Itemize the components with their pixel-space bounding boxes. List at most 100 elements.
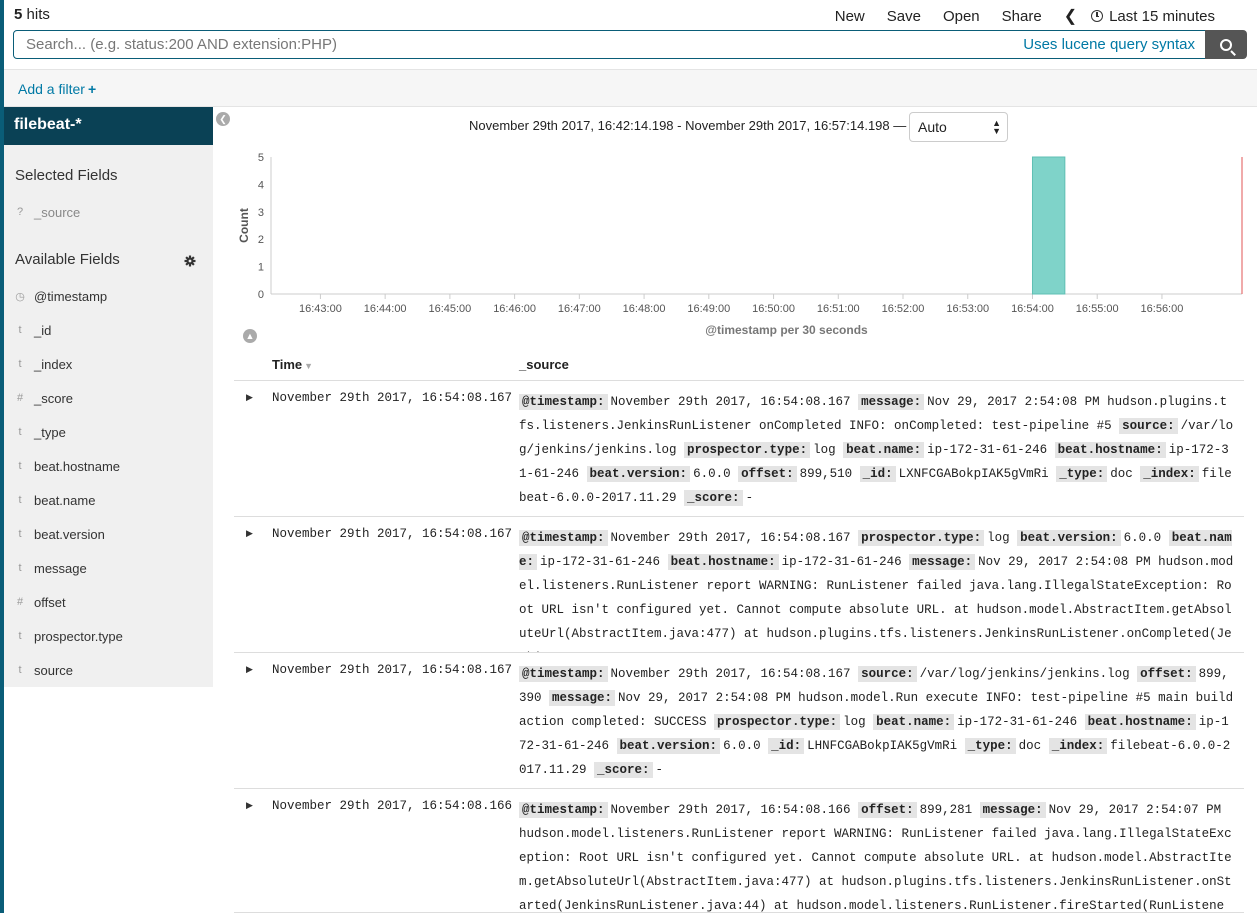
available-fields-title: Available Fields: [15, 251, 120, 268]
source-field-value: 899,281: [919, 803, 973, 817]
available-field[interactable]: t _id: [4, 322, 213, 342]
x-tick-label: 16:43:00: [299, 303, 342, 315]
table-row: ▶ November 29th 2017, 16:54:08.167 @timest…: [234, 517, 1244, 653]
x-tick-label: 16:45:00: [428, 303, 471, 315]
table-row: ▶ November 29th 2017, 16:54:08.167 @timest…: [234, 653, 1244, 789]
available-field[interactable]: t prospector.type: [4, 628, 213, 648]
field-type-icon: #: [16, 596, 24, 608]
field-type-icon: t: [18, 460, 22, 472]
save-button[interactable]: Save: [887, 8, 921, 25]
source-field-value: -: [655, 763, 664, 777]
new-button[interactable]: New: [835, 8, 865, 25]
source-field-value: ip-172-31-61-246: [927, 443, 1048, 457]
time-picker-button[interactable]: Last 15 minutes: [1091, 8, 1215, 25]
top-nav: New Save Open Share ❮ Last 15 minutes: [835, 6, 1257, 26]
sort-down-icon[interactable]: ▼: [304, 361, 313, 371]
share-button[interactable]: Share: [1002, 8, 1042, 25]
x-tick-label: 16:44:00: [364, 303, 407, 315]
source-field-key: @timestamp:: [519, 394, 608, 410]
x-tick-label: 16:46:00: [493, 303, 536, 315]
open-button[interactable]: Open: [943, 8, 980, 25]
row-timestamp: November 29th 2017, 16:54:08.167: [272, 663, 513, 677]
available-field[interactable]: t beat.name: [4, 492, 213, 512]
available-field[interactable]: t _type: [4, 424, 213, 444]
field-type-icon: t: [18, 630, 22, 642]
expand-row-icon[interactable]: ▶: [246, 392, 253, 403]
available-field[interactable]: # offset: [4, 594, 213, 614]
source-field-value: 6.0.0: [1123, 531, 1162, 545]
source-column-header: _source: [519, 357, 569, 372]
lucene-syntax-link[interactable]: Uses lucene query syntax: [1023, 36, 1195, 53]
selected-field[interactable]: ? _source: [4, 204, 213, 224]
source-field-value: Nov 29, 2017 2:54:07 PM hudson.model.lis…: [519, 803, 1232, 913]
search-button[interactable]: [1205, 30, 1247, 59]
source-field-value: 6.0.0: [723, 739, 761, 753]
source-field-key: message:: [979, 802, 1046, 818]
doc-table-header: Time ▼ _source: [234, 348, 1244, 381]
source-field-key: @timestamp:: [519, 666, 608, 682]
field-type-icon: t: [18, 358, 22, 370]
source-field-key: beat.hostname:: [1054, 442, 1166, 458]
available-field[interactable]: t beat.hostname: [4, 458, 213, 478]
histogram-chart: 0 1 2 3 4 5 16:43:00 16:44:00 16:45:00 16:46:00 16…: [237, 152, 1243, 337]
collapse-sidebar-icon[interactable]: ❮: [216, 112, 230, 126]
source-field-key: _index:: [1048, 738, 1108, 754]
available-field[interactable]: t message: [4, 560, 213, 580]
filter-bar: Add a filter +: [4, 69, 1257, 107]
x-tick-label: 16:54:00: [1011, 303, 1054, 315]
available-field[interactable]: ◷ @timestamp: [4, 288, 213, 308]
top-bar: 5 hits New Save Open Share ❮ Last 15 min…: [0, 0, 1257, 30]
field-name: _type: [34, 425, 66, 440]
field-name: message: [34, 561, 87, 576]
row-source: @timestamp: November 29th 2017, 16:54:08.…: [519, 662, 1234, 782]
field-type-icon: t: [18, 528, 22, 540]
expand-row-icon[interactable]: ▶: [246, 664, 253, 675]
source-field-key: beat.version:: [616, 738, 721, 754]
x-axis-label: @timestamp per 30 seconds: [705, 323, 868, 337]
index-pattern-title[interactable]: filebeat-*: [4, 107, 213, 145]
source-field-value: -: [745, 491, 754, 505]
x-tick-label: 16:50:00: [752, 303, 795, 315]
source-field-value: log: [813, 443, 836, 457]
add-filter-button[interactable]: Add a filter +: [18, 81, 96, 97]
table-row: ▶ November 29th 2017, 16:54:08.166 @timest…: [234, 789, 1244, 913]
source-field-key: source:: [1119, 418, 1178, 434]
available-field[interactable]: t _index: [4, 356, 213, 376]
source-field-key: message:: [549, 690, 616, 706]
field-name: prospector.type: [34, 629, 123, 644]
source-field-value: ip-172-31-61-246: [540, 555, 661, 569]
collapse-chart-icon[interactable]: ▲: [243, 329, 257, 343]
field-name: @timestamp: [34, 289, 108, 304]
source-field-key: beat.version:: [586, 466, 691, 482]
interval-value: Auto: [918, 119, 947, 135]
source-field-key: _type:: [1056, 466, 1108, 482]
row-source: @timestamp: November 29th 2017, 16:54:08.…: [519, 526, 1234, 652]
expand-row-icon[interactable]: ▶: [246, 528, 253, 539]
search-icon: [1220, 38, 1232, 51]
source-field-key: prospector.type:: [684, 442, 811, 458]
source-field-key: message:: [858, 394, 925, 410]
source-field-key: source:: [858, 666, 917, 682]
select-arrows-icon: ▲ ▼: [992, 118, 1001, 136]
y-tick-label: 1: [258, 262, 264, 274]
clock-icon: ◷: [15, 291, 25, 303]
source-field-key: beat.version:: [1017, 530, 1121, 546]
available-field[interactable]: # _score: [4, 390, 213, 410]
time-column-header[interactable]: Time ▼: [272, 357, 313, 372]
x-tick-label: 16:51:00: [817, 303, 860, 315]
available-field[interactable]: t source: [4, 662, 213, 682]
source-field-value: doc: [1018, 739, 1042, 753]
interval-select[interactable]: Auto ▲ ▼: [909, 112, 1008, 142]
source-field-value: 899,510: [799, 467, 853, 481]
x-tick-label: 16:53:00: [946, 303, 989, 315]
expand-row-icon[interactable]: ▶: [246, 800, 253, 811]
source-field-value: log: [987, 531, 1010, 545]
histogram-date-range: November 29th 2017, 16:42:14.198 - Novem…: [469, 118, 907, 133]
source-field-key: beat.name:: [873, 714, 955, 730]
field-type-icon: ?: [16, 206, 24, 218]
field-type-icon: t: [18, 562, 22, 574]
chevron-left-icon[interactable]: ❮: [1064, 6, 1077, 26]
source-field-key: _type:: [964, 738, 1016, 754]
gear-icon[interactable]: [184, 255, 196, 267]
available-field[interactable]: t beat.version: [4, 526, 213, 546]
